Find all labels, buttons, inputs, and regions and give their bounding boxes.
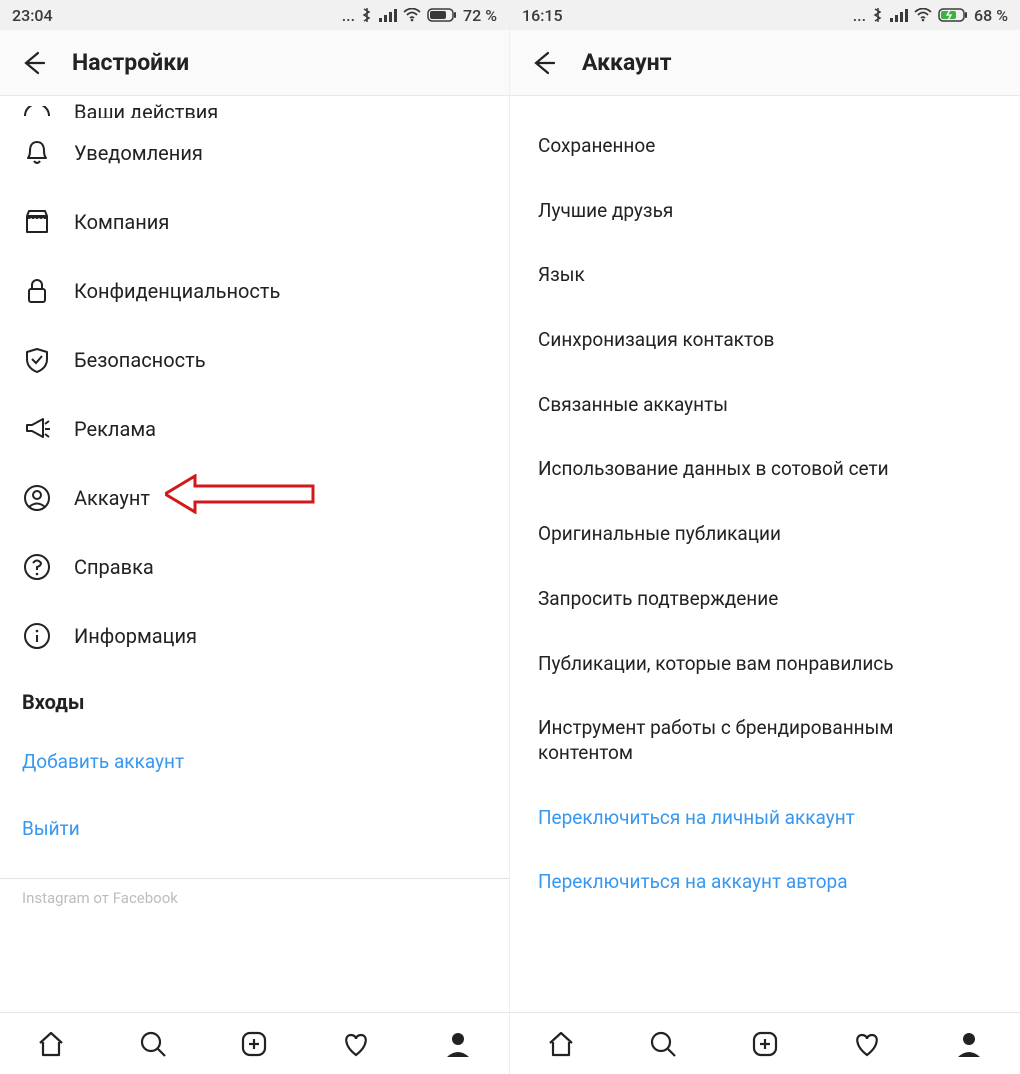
nav-profile[interactable] — [441, 1027, 475, 1061]
lock-icon — [22, 276, 52, 306]
app-header: Аккаунт — [510, 30, 1020, 96]
footer-note: Instagram от Facebook — [0, 885, 509, 925]
menu-item[interactable]: Аккаунт — [0, 463, 509, 532]
battery-percent: 68 % — [974, 6, 1008, 25]
signal-icon — [890, 8, 908, 22]
account-link[interactable]: Переключиться на аккаунт автора — [510, 850, 1020, 915]
status-indicators: ... 68 % — [853, 6, 1008, 25]
menu-item[interactable]: Компания — [0, 187, 509, 256]
menu-item-label: Ваши действия — [74, 100, 218, 118]
logins-header: Входы — [0, 670, 509, 728]
signal-icon — [379, 8, 397, 22]
shield-icon — [22, 345, 52, 375]
bottom-nav — [0, 1012, 509, 1074]
menu-item-label: Конфиденциальность — [74, 279, 280, 303]
nav-search[interactable] — [136, 1027, 170, 1061]
bottom-nav — [510, 1012, 1020, 1074]
link-item[interactable]: Выйти — [0, 795, 509, 862]
megaphone-icon — [22, 414, 52, 444]
menu-item-label: Информация — [74, 624, 197, 648]
battery-charging-icon — [938, 8, 968, 22]
menu-item[interactable]: Уведомления — [0, 118, 509, 187]
menu-item-label: Уведомления — [74, 141, 203, 165]
nav-activity[interactable] — [850, 1027, 884, 1061]
app-header: Настройки — [0, 30, 509, 96]
battery-icon — [427, 8, 457, 22]
header-title: Настройки — [72, 49, 189, 76]
account-item[interactable]: Язык — [510, 243, 1020, 308]
menu-item-label: Аккаунт — [74, 486, 150, 510]
wifi-icon — [914, 8, 932, 22]
settings-content[interactable]: Ваши действия Уведомления Компания Конфиде… — [0, 96, 509, 1012]
back-arrow-icon[interactable] — [528, 49, 556, 77]
status-time: 16:15 — [522, 6, 563, 25]
phone-settings: 23:04 ... 72 % Настройки Ваши действия У… — [0, 0, 510, 1074]
bluetooth-icon — [361, 7, 373, 23]
header-title: Аккаунт — [582, 49, 671, 76]
account-link[interactable]: Переключиться на личный аккаунт — [510, 786, 1020, 851]
nav-home[interactable] — [34, 1027, 68, 1061]
divider — [0, 878, 509, 879]
menu-item-label: Реклама — [74, 417, 156, 441]
phone-account: 16:15 ... 68 % Аккаунт СохраненноеЛучшие… — [510, 0, 1020, 1074]
status-time: 23:04 — [12, 6, 53, 25]
account-item[interactable]: Связанные аккаунты — [510, 373, 1020, 438]
status-more-icon: ... — [342, 6, 355, 25]
bluetooth-icon — [872, 7, 884, 23]
menu-item-label: Компания — [74, 210, 169, 234]
menu-item[interactable]: Реклама — [0, 394, 509, 463]
link-item[interactable]: Добавить аккаунт — [0, 728, 509, 795]
account-item[interactable]: Инструмент работы с брендированным конте… — [510, 696, 1020, 785]
menu-item-label: Безопасность — [74, 348, 206, 372]
back-arrow-icon[interactable] — [18, 49, 46, 77]
account-item[interactable]: Запросить подтверждение — [510, 567, 1020, 632]
status-bar: 16:15 ... 68 % — [510, 0, 1020, 30]
bell-icon — [22, 138, 52, 168]
account-item[interactable]: Сохраненное — [510, 114, 1020, 179]
nav-search[interactable] — [646, 1027, 680, 1061]
nav-add[interactable] — [237, 1027, 271, 1061]
wifi-icon — [403, 8, 421, 22]
nav-profile[interactable] — [952, 1027, 986, 1061]
account-icon — [22, 483, 52, 513]
account-item[interactable]: Лучшие друзья — [510, 179, 1020, 244]
nav-add[interactable] — [748, 1027, 782, 1061]
activity-icon — [22, 100, 52, 118]
battery-percent: 72 % — [463, 6, 497, 25]
status-more-icon: ... — [853, 6, 866, 25]
menu-item[interactable]: Конфиденциальность — [0, 256, 509, 325]
account-item[interactable]: Публикации, которые вам понравились — [510, 632, 1020, 697]
info-icon — [22, 621, 52, 651]
store-icon — [22, 207, 52, 237]
menu-item[interactable]: Информация — [0, 601, 509, 670]
menu-item[interactable]: Безопасность — [0, 325, 509, 394]
menu-item-label: Справка — [74, 555, 154, 579]
status-bar: 23:04 ... 72 % — [0, 0, 509, 30]
status-indicators: ... 72 % — [342, 6, 497, 25]
account-item[interactable]: Использование данных в сотовой сети — [510, 437, 1020, 502]
help-icon — [22, 552, 52, 582]
account-content[interactable]: СохраненноеЛучшие друзьяЯзыкСинхронизаци… — [510, 96, 1020, 1012]
menu-item[interactable]: Справка — [0, 532, 509, 601]
nav-activity[interactable] — [339, 1027, 373, 1061]
account-item[interactable]: Оригинальные публикации — [510, 502, 1020, 567]
account-item[interactable]: Синхронизация контактов — [510, 308, 1020, 373]
nav-home[interactable] — [544, 1027, 578, 1061]
menu-item-partial[interactable]: Ваши действия — [0, 100, 509, 118]
